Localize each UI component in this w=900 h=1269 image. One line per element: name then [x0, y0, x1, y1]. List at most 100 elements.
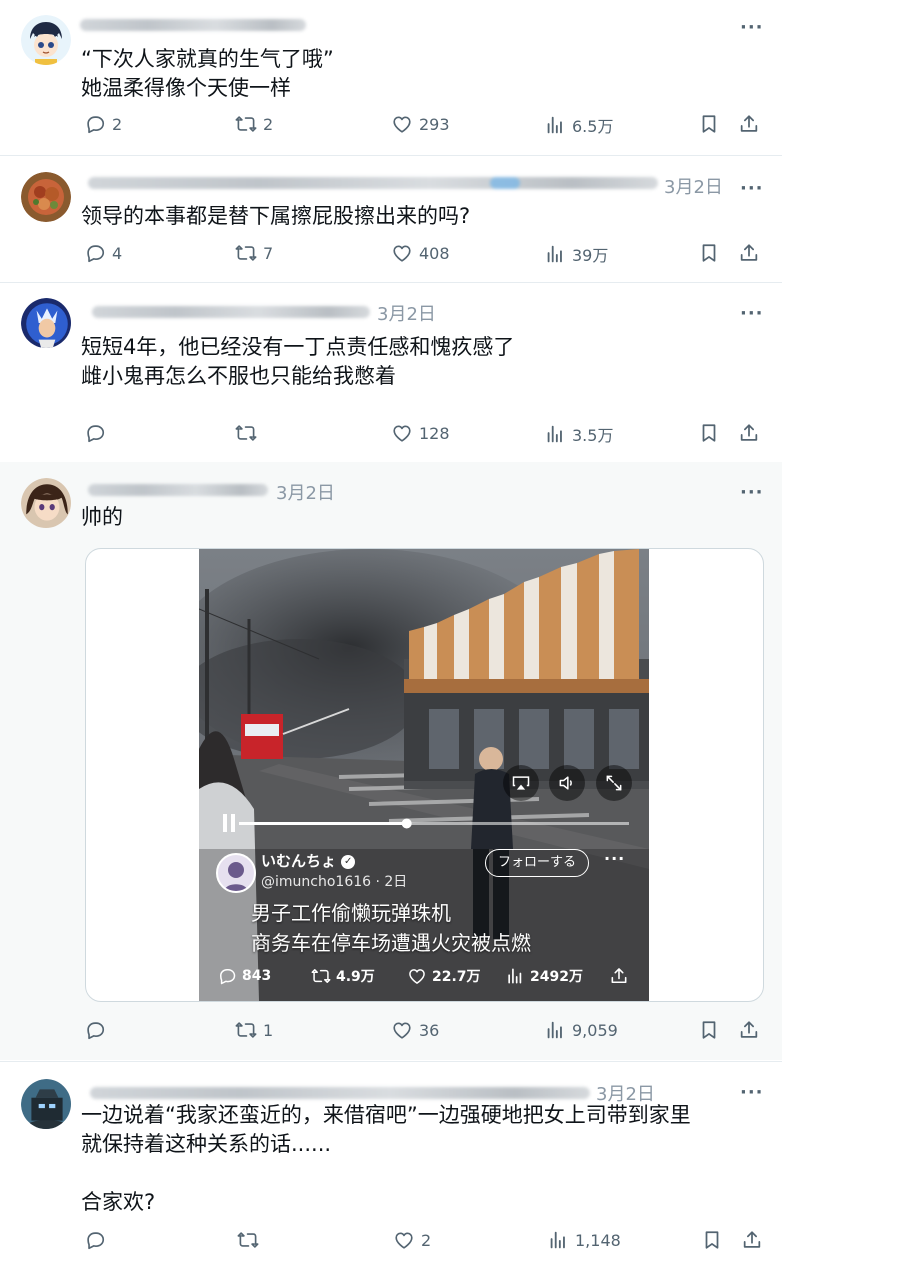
reply-button[interactable]: 2 [84, 113, 122, 135]
views-button[interactable]: 3.5万 [544, 422, 613, 446]
views-button[interactable]: 6.5万 [544, 113, 613, 137]
more-icon[interactable]: ··· [740, 305, 764, 323]
post-text: 一边说着“我家还蛮近的，来借宿吧”一边强硬地把女上司带到家里 就保持着这种关系的… [81, 1103, 691, 1214]
repost-button[interactable] [235, 422, 263, 444]
follow-button[interactable]: フォローする [485, 849, 589, 877]
video-repost-icon [311, 966, 331, 986]
reply-icon [84, 242, 106, 264]
video-views-button[interactable]: 2492万 [505, 966, 583, 986]
avatar[interactable] [21, 478, 71, 528]
bookmark-button[interactable] [698, 422, 720, 444]
repost-button[interactable]: 2 [235, 113, 273, 135]
like-icon [391, 242, 413, 264]
views-button[interactable]: 39万 [544, 242, 608, 266]
exit-fullscreen-icon[interactable] [596, 765, 632, 801]
bookmark-icon [701, 1229, 723, 1251]
repost-button[interactable] [237, 1229, 265, 1251]
share-button[interactable] [738, 1019, 760, 1041]
bookmark-button[interactable] [698, 242, 720, 264]
post-2[interactable]: 3月2日 ··· 领导的本事都是替下属擦屁股擦出来的吗? 4 7 408 39万 [0, 156, 782, 281]
blurred-username [90, 1087, 590, 1099]
views-icon [544, 423, 566, 445]
video-account-avatar[interactable] [216, 853, 256, 893]
anime-boy-avatar-icon [21, 15, 71, 65]
bookmark-icon [698, 242, 720, 264]
reply-icon [84, 1229, 106, 1251]
repost-button[interactable]: 1 [235, 1019, 273, 1041]
video-reply-button[interactable]: 843 [217, 966, 271, 986]
verified-badge-icon: ✓ [341, 854, 356, 869]
video-account-handle: @imuncho1616 · 2日 [261, 874, 408, 890]
post-date[interactable]: 3月2日 [377, 300, 436, 326]
video-views-count: 2492万 [530, 969, 583, 985]
video-caption-line-2: 商务车在停车场遭遇火灾被点燃 [251, 931, 531, 955]
like-button[interactable]: 293 [391, 113, 450, 135]
share-button[interactable] [741, 1229, 763, 1251]
post-3[interactable]: 3月2日 ··· 短短4年，他已经没有一丁点责任感和愧疚感了 雌小鬼再怎么不服也… [0, 283, 782, 461]
pause-icon[interactable] [223, 814, 235, 832]
post-5[interactable]: 3月2日 ··· 一边说着“我家还蛮近的，来借宿吧”一边强硬地把女上司带到家里 … [0, 1062, 782, 1269]
post-date[interactable]: 3月2日 [664, 173, 723, 199]
bookmark-button[interactable] [698, 113, 720, 135]
views-count: 6.5万 [572, 117, 614, 136]
account-name-text: いむんちょ [261, 852, 337, 870]
share-button[interactable] [738, 422, 760, 444]
more-icon[interactable]: ··· [740, 19, 764, 37]
views-button[interactable]: 1,148 [547, 1229, 621, 1251]
video-like-count: 22.7万 [432, 969, 481, 985]
avatar[interactable] [21, 1079, 71, 1129]
blurred-username [88, 484, 268, 496]
reply-button[interactable] [84, 1019, 112, 1041]
video-account-name[interactable]: いむんちょ ✓ [261, 850, 356, 871]
post-date[interactable]: 3月2日 [276, 479, 335, 505]
video-reply-count: 843 [242, 968, 272, 984]
more-icon[interactable]: ··· [740, 484, 764, 502]
video-player[interactable]: いむんちょ ✓ @imuncho1616 · 2日 フォローする ··· 男子工… [199, 549, 649, 1001]
like-button[interactable]: 128 [391, 422, 450, 444]
video-repost-button[interactable]: 4.9万 [311, 966, 375, 986]
share-button[interactable] [738, 242, 760, 264]
avatar[interactable] [21, 15, 71, 65]
bookmark-button[interactable] [698, 1019, 720, 1041]
blurred-username [92, 306, 370, 318]
views-button[interactable]: 9,059 [544, 1019, 618, 1041]
video-more-icon[interactable]: ··· [604, 849, 625, 868]
reply-button[interactable] [84, 1229, 112, 1251]
action-bar: 2 2 293 6.5万 [82, 113, 772, 141]
account-avatar-icon [224, 862, 248, 891]
like-count: 408 [419, 243, 450, 263]
airplay-icon[interactable] [503, 765, 539, 801]
post-1[interactable]: ··· “下次人家就真的生气了哦” 她温柔得像个天使一样 2 2 293 6.5… [0, 0, 782, 154]
like-button[interactable]: 2 [393, 1229, 431, 1251]
more-icon[interactable]: ··· [740, 1084, 764, 1102]
post-text: “下次人家就真的生气了哦” 她温柔得像个天使一样 [81, 47, 334, 100]
volume-icon[interactable] [549, 765, 585, 801]
like-icon [391, 113, 413, 135]
share-icon [741, 1229, 763, 1251]
repost-icon [235, 1019, 257, 1041]
bookmark-icon [698, 1019, 720, 1041]
anime-girl-avatar-icon [21, 478, 71, 528]
repost-icon [235, 242, 257, 264]
action-bar: 128 3.5万 [82, 422, 772, 450]
reply-button[interactable]: 4 [84, 242, 122, 264]
like-count: 128 [419, 423, 450, 443]
video-like-button[interactable]: 22.7万 [407, 966, 481, 986]
action-bar: 4 7 408 39万 [82, 242, 772, 270]
embedded-media-card[interactable]: いむんちょ ✓ @imuncho1616 · 2日 フォローする ··· 男子工… [85, 548, 764, 1002]
share-button[interactable] [738, 113, 760, 135]
like-button[interactable]: 36 [391, 1019, 439, 1041]
avatar[interactable] [21, 172, 71, 222]
avatar[interactable] [21, 298, 71, 348]
like-button[interactable]: 408 [391, 242, 450, 264]
action-bar: 2 1,148 [82, 1229, 772, 1257]
repost-count: 1 [263, 1020, 274, 1040]
repost-button[interactable]: 7 [235, 242, 273, 264]
like-icon [393, 1229, 415, 1251]
more-icon[interactable]: ··· [740, 180, 764, 198]
share-icon [738, 422, 760, 444]
video-share-button[interactable] [609, 966, 629, 990]
bookmark-button[interactable] [701, 1229, 723, 1251]
reply-button[interactable] [84, 422, 112, 444]
post-text: 领导的本事都是替下属擦屁股擦出来的吗? [81, 204, 471, 228]
